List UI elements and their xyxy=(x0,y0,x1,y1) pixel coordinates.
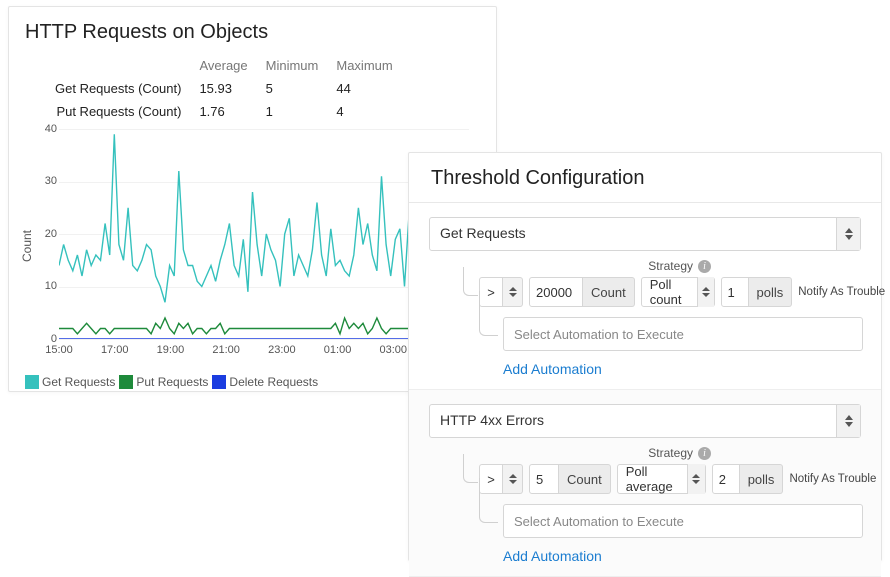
legend-label: Get Requests xyxy=(42,375,115,389)
x-tick: 15:00 xyxy=(45,344,73,356)
sort-icon[interactable] xyxy=(503,464,523,494)
strategy-value: Poll count xyxy=(642,277,697,307)
metric-select-value: HTTP 4xx Errors xyxy=(430,405,836,437)
panel-title: Threshold Configuration xyxy=(409,153,881,203)
condition-row: > 20000 Count Poll count 1 polls Notify … xyxy=(479,277,861,307)
y-tick: 30 xyxy=(39,175,57,187)
automation-branch: Select Automation to Execute xyxy=(479,317,861,351)
unit-label: Count xyxy=(559,464,611,494)
row-min: 5 xyxy=(266,77,337,100)
legend-item: Get Requests xyxy=(25,375,115,389)
row-avg: 15.93 xyxy=(199,77,265,100)
unit-label: Count xyxy=(583,277,635,307)
strategy-label: Strategy xyxy=(648,259,693,273)
add-automation-link[interactable]: Add Automation xyxy=(503,548,602,564)
strategy-header: Strategy i xyxy=(429,259,861,273)
table-row: Put Requests (Count) 1.76 1 4 xyxy=(55,100,411,123)
x-tick: 23:00 xyxy=(268,344,296,356)
automation-branch: Select Automation to Execute xyxy=(479,504,861,538)
notify-label: Notify As Trouble xyxy=(798,286,885,298)
legend-item: Put Requests xyxy=(119,375,208,389)
legend-label: Delete Requests xyxy=(229,375,318,389)
strategy-select[interactable]: Poll average xyxy=(617,464,706,494)
table-row: Get Requests (Count) 15.93 5 44 xyxy=(55,77,411,100)
metric-select[interactable]: Get Requests xyxy=(429,217,861,251)
y-tick: 40 xyxy=(39,123,57,135)
info-icon[interactable]: i xyxy=(698,260,711,273)
notify-label: Notify As Trouble xyxy=(789,473,876,485)
row-max: 4 xyxy=(336,100,410,123)
strategy-label: Strategy xyxy=(648,446,693,460)
metric-select[interactable]: HTTP 4xx Errors xyxy=(429,404,861,438)
automation-placeholder: Select Automation to Execute xyxy=(514,327,684,342)
x-tick: 21:00 xyxy=(212,344,240,356)
sort-icon[interactable] xyxy=(697,277,714,307)
automation-select[interactable]: Select Automation to Execute xyxy=(503,504,863,538)
polls-unit: polls xyxy=(740,464,784,494)
stats-table: Average Minimum Maximum Get Requests (Co… xyxy=(55,54,411,123)
strategy-header: Strategy i xyxy=(429,446,861,460)
polls-input[interactable]: 1 xyxy=(721,277,749,307)
metric-select-value: Get Requests xyxy=(430,218,836,250)
sort-icon[interactable] xyxy=(503,277,523,307)
legend-swatch-icon xyxy=(119,375,133,389)
strategy-value: Poll average xyxy=(618,464,687,494)
sort-icon[interactable] xyxy=(687,464,705,494)
legend-swatch-icon xyxy=(212,375,226,389)
col-maximum: Maximum xyxy=(336,54,410,77)
polls-input[interactable]: 2 xyxy=(712,464,740,494)
x-tick: 19:00 xyxy=(157,344,185,356)
row-label: Put Requests (Count) xyxy=(55,100,199,123)
x-tick: 01:00 xyxy=(324,344,352,356)
threshold-value-input[interactable]: 5 xyxy=(529,464,559,494)
col-minimum: Minimum xyxy=(266,54,337,77)
sort-icon[interactable] xyxy=(836,218,860,250)
strategy-select[interactable]: Poll count xyxy=(641,277,715,307)
add-automation-link[interactable]: Add Automation xyxy=(503,361,602,377)
x-tick: 03:00 xyxy=(380,344,408,356)
legend-label: Put Requests xyxy=(136,375,208,389)
threshold-value-input[interactable]: 20000 xyxy=(529,277,583,307)
y-tick: 10 xyxy=(39,280,57,292)
y-axis-label: Count xyxy=(20,230,34,262)
legend-item: Delete Requests xyxy=(212,375,318,389)
threshold-block: HTTP 4xx Errors Strategy i > 5 Count Pol… xyxy=(409,390,881,577)
legend-swatch-icon xyxy=(25,375,39,389)
x-tick: 17:00 xyxy=(101,344,129,356)
info-icon[interactable]: i xyxy=(698,447,711,460)
automation-placeholder: Select Automation to Execute xyxy=(514,514,684,529)
row-max: 44 xyxy=(336,77,410,100)
sort-icon[interactable] xyxy=(836,405,860,437)
panel-title: HTTP Requests on Objects xyxy=(25,21,480,44)
threshold-block: Get Requests Strategy i > 20000 Count Po… xyxy=(409,203,881,390)
polls-unit: polls xyxy=(749,277,793,307)
row-min: 1 xyxy=(266,100,337,123)
automation-select[interactable]: Select Automation to Execute xyxy=(503,317,863,351)
y-tick: 20 xyxy=(39,228,57,240)
threshold-config-panel: Threshold Configuration Get Requests Str… xyxy=(408,152,882,561)
row-label: Get Requests (Count) xyxy=(55,77,199,100)
condition-row: > 5 Count Poll average 2 polls Notify As… xyxy=(479,464,861,494)
row-avg: 1.76 xyxy=(199,100,265,123)
col-average: Average xyxy=(199,54,265,77)
